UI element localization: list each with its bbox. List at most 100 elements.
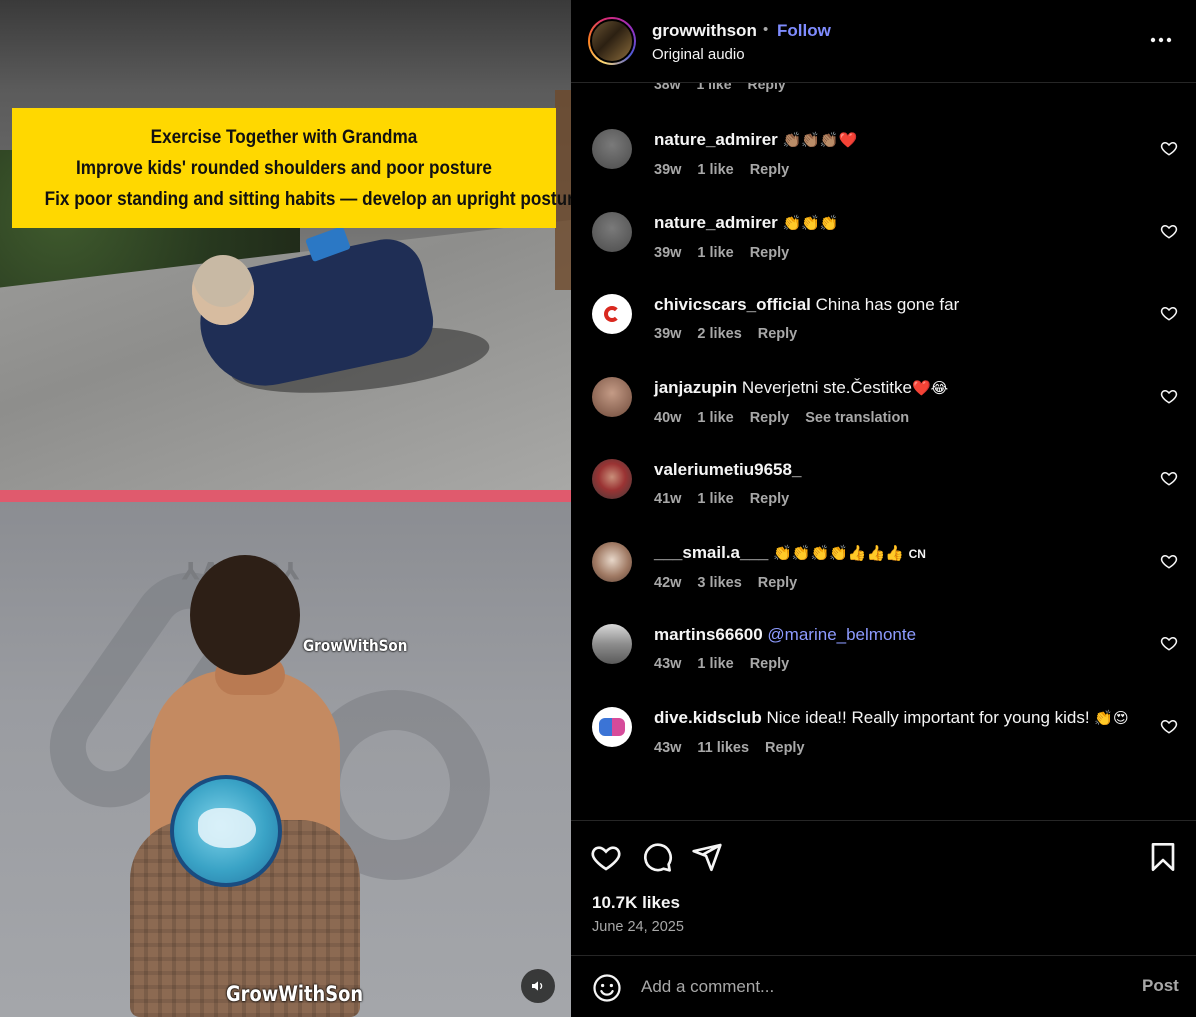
commenter-avatar[interactable] xyxy=(592,129,632,169)
reply-button[interactable]: Reply xyxy=(750,410,790,426)
comment-content: Neverjetni ste.Čestitke xyxy=(741,378,912,397)
more-horizontal-icon xyxy=(1150,37,1172,43)
comment-suffix: CN xyxy=(908,547,926,561)
comment-input[interactable] xyxy=(641,970,1111,1004)
commenter-avatar[interactable] xyxy=(592,707,632,747)
partial-comment-meta: 38w 1 like Reply xyxy=(654,83,786,96)
comment-emoji: ❤️😂 xyxy=(911,380,949,397)
commenter-avatar[interactable] xyxy=(592,212,632,252)
comment-likes[interactable]: 2 likes xyxy=(697,326,741,342)
brand-logo-icon xyxy=(604,306,620,322)
comment-like-icon[interactable] xyxy=(1160,304,1178,322)
comment-time: 40w xyxy=(654,410,682,426)
comment-bubble-icon[interactable] xyxy=(641,841,673,873)
commenter-username[interactable]: martins66600 xyxy=(654,625,763,644)
commenter-username[interactable]: ___smail.a___ xyxy=(654,543,768,562)
comment-like-icon[interactable] xyxy=(1160,634,1178,652)
caption-line: Fix poor standing and sitting habits — d… xyxy=(44,188,571,210)
add-comment-bar: Post xyxy=(571,955,1196,1017)
speaker-icon xyxy=(532,981,543,991)
comment-body: nature_admirer 👏🏽👏🏽👏🏽❤️ 39w 1 like Reply xyxy=(654,129,1134,178)
post-media[interactable]: Exercise Together with Grandma Improve k… xyxy=(0,0,571,1017)
watermark: GrowWithSon xyxy=(303,636,408,655)
comment-like-icon[interactable] xyxy=(1160,387,1178,405)
comment-time: 39w xyxy=(654,245,682,261)
post-actions: 10.7K likes June 24, 2025 xyxy=(571,820,1196,955)
reply-button[interactable]: Reply xyxy=(748,83,786,96)
author-username[interactable]: growwithson xyxy=(652,21,757,41)
video-caption: Exercise Together with Grandma Improve k… xyxy=(12,108,571,228)
comment-like-icon[interactable] xyxy=(1160,469,1178,487)
author-avatar[interactable] xyxy=(588,17,636,65)
commenter-username[interactable]: valeriumetiu9658_ xyxy=(654,460,801,479)
comment-meta: 42w 3 likes Reply xyxy=(654,575,1134,591)
commenter-avatar[interactable] xyxy=(592,542,632,582)
comment-likes[interactable]: 11 likes xyxy=(697,740,749,756)
comment-like-icon[interactable] xyxy=(1160,717,1178,735)
reply-button[interactable]: Reply xyxy=(758,575,798,591)
see-translation-button[interactable]: See translation xyxy=(805,410,909,426)
comment-content: China has gone far xyxy=(815,295,960,314)
comment-time: 42w xyxy=(654,575,682,591)
comment-likes[interactable]: 1 like xyxy=(697,162,733,178)
comment-likes[interactable]: 1 like xyxy=(697,410,733,426)
commenter-username[interactable]: nature_admirer xyxy=(654,213,778,232)
child-head xyxy=(190,555,300,675)
comment-likes[interactable]: 1 like xyxy=(696,83,731,96)
separator-dot: • xyxy=(763,21,769,38)
comment-text: martins66600 @marine_belmonte xyxy=(654,624,1134,646)
share-plane-icon[interactable] xyxy=(691,841,723,873)
post-date[interactable]: June 24, 2025 xyxy=(592,919,684,935)
comment-meta: 43w 11 likes Reply xyxy=(654,740,1134,756)
reply-button[interactable]: Reply xyxy=(750,162,790,178)
comment-like-icon[interactable] xyxy=(1160,222,1178,240)
comment-emoji: 👏😍 xyxy=(1094,710,1129,727)
comment-body: janjazupin Neverjetni ste.Čestitke❤️😂 40… xyxy=(654,377,1134,426)
reply-button[interactable]: Reply xyxy=(765,740,805,756)
heart-icon[interactable] xyxy=(590,841,622,873)
reply-button[interactable]: Reply xyxy=(750,491,790,507)
sound-toggle-button[interactable] xyxy=(521,969,555,1003)
commenter-username[interactable]: chivicscars_official xyxy=(654,295,811,314)
more-options-button[interactable] xyxy=(1146,28,1176,52)
reply-button[interactable]: Reply xyxy=(758,326,798,342)
kidsclub-logo-icon xyxy=(599,718,625,736)
comment-like-icon[interactable] xyxy=(1160,139,1178,157)
mention-link[interactable]: @marine_belmonte xyxy=(767,625,916,644)
comments-list[interactable]: 38w 1 like Reply nature_admirer 👏🏽👏🏽👏🏽❤️… xyxy=(571,83,1196,820)
comment-body: ___smail.a___ 👏👏👏👏👍👍👍 CN 42w 3 likes Rep… xyxy=(654,542,1134,591)
comment-time: 39w xyxy=(654,162,682,178)
comment-time: 38w xyxy=(654,83,681,92)
comment-likes[interactable]: 1 like xyxy=(697,656,733,672)
watermark: GrowWithSon xyxy=(226,982,364,1006)
post-button[interactable]: Post xyxy=(1142,976,1179,996)
commenter-avatar[interactable] xyxy=(592,624,632,664)
comment-like-icon[interactable] xyxy=(1160,552,1178,570)
follow-button[interactable]: Follow xyxy=(777,21,831,41)
smiley-icon[interactable] xyxy=(592,973,622,1003)
comment-likes[interactable]: 1 like xyxy=(697,245,733,261)
comment-body: nature_admirer 👏👏👏 39w 1 like Reply xyxy=(654,212,1134,261)
comment-time: 41w xyxy=(654,491,682,507)
likes-count[interactable]: 10.7K likes xyxy=(592,893,680,913)
audio-link[interactable]: Original audio xyxy=(652,46,745,63)
comment-text: ___smail.a___ 👏👏👏👏👍👍👍 CN xyxy=(654,542,1134,565)
bookmark-icon[interactable] xyxy=(1147,841,1179,873)
comment-meta: 40w 1 like Reply See translation xyxy=(654,410,1134,426)
comment-likes[interactable]: 1 like xyxy=(697,491,733,507)
comment-likes[interactable]: 3 likes xyxy=(697,575,741,591)
comment-emoji: 👏🏽👏🏽👏🏽❤️ xyxy=(782,132,858,149)
commenter-avatar[interactable] xyxy=(592,294,632,334)
ball-print xyxy=(198,808,256,848)
reply-button[interactable]: Reply xyxy=(750,245,790,261)
commenter-avatar[interactable] xyxy=(592,459,632,499)
commenter-username[interactable]: nature_admirer xyxy=(654,130,778,149)
commenter-username[interactable]: dive.kidsclub xyxy=(654,708,762,727)
commenter-avatar[interactable] xyxy=(592,377,632,417)
video-frame-top xyxy=(0,0,571,490)
comment-meta: 43w 1 like Reply xyxy=(654,656,1134,672)
commenter-username[interactable]: janjazupin xyxy=(654,378,737,397)
reply-button[interactable]: Reply xyxy=(750,656,790,672)
post-side-panel: growwithson • Follow Original audio 38w … xyxy=(571,0,1196,1017)
comment-emoji: 👏👏👏 xyxy=(782,215,839,232)
